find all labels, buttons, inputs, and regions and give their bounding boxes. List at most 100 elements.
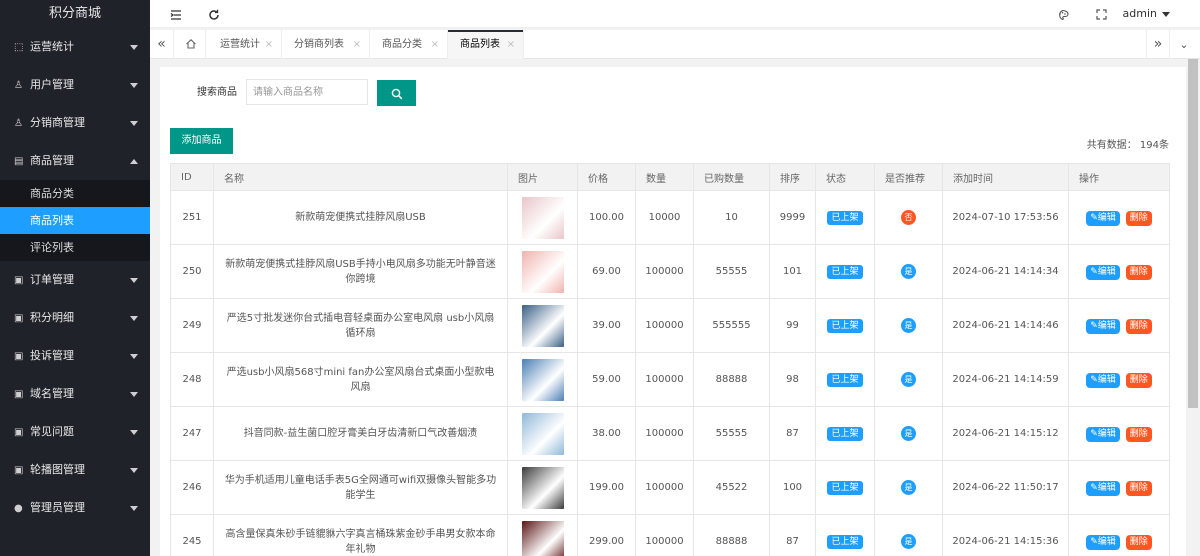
edit-button[interactable]: ✎编辑 bbox=[1086, 534, 1120, 550]
recommend-badge[interactable]: 是 bbox=[901, 534, 916, 549]
edit-button[interactable]: ✎编辑 bbox=[1086, 210, 1120, 226]
search-input[interactable] bbox=[246, 79, 368, 105]
refresh-icon[interactable] bbox=[208, 0, 220, 28]
tab[interactable]: 商品分类 × bbox=[370, 30, 448, 59]
sidebar-item-label: 轮播图管理 bbox=[30, 463, 85, 476]
product-thumbnail[interactable] bbox=[521, 520, 564, 556]
search-button[interactable] bbox=[377, 80, 416, 106]
product-thumbnail[interactable] bbox=[521, 412, 564, 455]
status-badge[interactable]: 已上架 bbox=[827, 481, 863, 495]
sidebar-item[interactable]: ▣ 积分明细 bbox=[0, 299, 150, 337]
close-icon[interactable]: × bbox=[431, 30, 439, 59]
tab[interactable]: 运营统计 × bbox=[208, 30, 282, 59]
edit-button[interactable]: ✎编辑 bbox=[1086, 480, 1120, 496]
cell-name: 新款萌宠便携式挂脖风扇USB bbox=[213, 190, 508, 245]
tab-bar: « 运营统计 × 分销商列表 × 商品分类 × 商品列表 × » ⌄ bbox=[150, 30, 1200, 59]
column-header: ID bbox=[170, 163, 214, 191]
cell-image bbox=[507, 244, 578, 299]
recommend-badge[interactable]: 是 bbox=[901, 264, 916, 279]
recommend-badge[interactable]: 是 bbox=[901, 480, 916, 495]
delete-button[interactable]: 删除 bbox=[1125, 480, 1152, 496]
cell-recommend: 是 bbox=[874, 298, 943, 353]
pencil-icon: ✎ bbox=[1090, 536, 1098, 547]
add-product-button[interactable]: 添加商品 bbox=[170, 128, 233, 154]
edit-label: 编辑 bbox=[1097, 266, 1116, 277]
edit-button[interactable]: ✎编辑 bbox=[1086, 426, 1120, 442]
sidebar-item[interactable]: ▤ 商品管理 bbox=[0, 142, 150, 180]
column-header: 价格 bbox=[577, 163, 636, 191]
status-badge[interactable]: 已上架 bbox=[827, 373, 863, 387]
cell-sold: 10 bbox=[693, 190, 770, 245]
home-icon[interactable] bbox=[176, 30, 206, 59]
sidebar-item[interactable]: ▣ 常见问题 bbox=[0, 413, 150, 451]
product-thumbnail[interactable] bbox=[521, 358, 564, 401]
sidebar-item[interactable]: ▣ 轮播图管理 bbox=[0, 451, 150, 489]
delete-button[interactable]: 删除 bbox=[1125, 318, 1152, 334]
monitor-icon: ⬚ bbox=[14, 42, 24, 53]
recommend-badge[interactable]: 是 bbox=[901, 318, 916, 333]
sidebar-item[interactable]: ● 管理员管理 bbox=[0, 489, 150, 527]
table-row: 249 严选5寸批发迷你台式插电音轻桌面办公室电风扇 usb小风扇 循环扇 39.0… bbox=[170, 298, 1170, 353]
edit-button[interactable]: ✎编辑 bbox=[1086, 264, 1120, 280]
sidebar-subitem[interactable]: 评论列表 bbox=[0, 234, 150, 261]
sidebar-item[interactable]: ♙ 分销商管理 bbox=[0, 104, 150, 142]
cell-status: 已上架 bbox=[815, 244, 875, 299]
sidebar-item[interactable]: ▣ 投诉管理 bbox=[0, 337, 150, 375]
cell-sort: 9999 bbox=[769, 190, 816, 245]
delete-button[interactable]: 删除 bbox=[1125, 426, 1152, 442]
sidebar-submenu: 商品分类 商品列表 评论列表 bbox=[0, 180, 150, 261]
product-thumbnail[interactable] bbox=[521, 304, 564, 347]
recommend-badge[interactable]: 否 bbox=[901, 210, 916, 225]
status-badge[interactable]: 已上架 bbox=[827, 535, 863, 549]
close-icon[interactable]: × bbox=[353, 30, 361, 59]
recommend-badge[interactable]: 是 bbox=[901, 372, 916, 387]
tab[interactable]: 分销商列表 × bbox=[282, 30, 370, 59]
sidebar-subitem[interactable]: 商品分类 bbox=[0, 180, 150, 207]
delete-button[interactable]: 删除 bbox=[1125, 534, 1152, 550]
sidebar-item[interactable]: ♙ 用户管理 bbox=[0, 66, 150, 104]
sidebar-item[interactable]: ⬚ 运营统计 bbox=[0, 28, 150, 66]
tabs-dropdown-icon[interactable]: ⌄ bbox=[1172, 30, 1196, 59]
table-row: 250 新款萌宠便携式挂脖风扇USB手持小电风扇多功能无叶静音迷你跨境 69.00 1… bbox=[170, 244, 1170, 299]
cell-sold: 45522 bbox=[693, 460, 770, 515]
tabs-scroll-left-icon[interactable]: « bbox=[150, 30, 174, 59]
cell-price: 39.00 bbox=[577, 298, 636, 353]
cell-recommend: 是 bbox=[874, 514, 943, 556]
tabs-scroll-right-icon[interactable]: » bbox=[1146, 30, 1170, 59]
user-menu[interactable]: admin bbox=[1123, 0, 1170, 28]
page-scrollbar-thumb[interactable] bbox=[1188, 59, 1198, 408]
tab-label: 商品列表 bbox=[460, 39, 500, 50]
cell-status: 已上架 bbox=[815, 406, 875, 461]
close-icon[interactable]: × bbox=[507, 30, 515, 59]
product-thumbnail[interactable] bbox=[521, 250, 564, 293]
theme-icon[interactable] bbox=[1056, 0, 1069, 28]
sidebar-item[interactable]: ▣ 订单管理 bbox=[0, 261, 150, 299]
table-row: 248 严选usb小风扇568寸mini fan办公室风扇台式桌面小型款电风扇 59… bbox=[170, 352, 1170, 407]
product-thumbnail[interactable] bbox=[521, 196, 564, 239]
product-thumbnail[interactable] bbox=[521, 466, 564, 509]
delete-button[interactable]: 删除 bbox=[1125, 264, 1152, 280]
edit-button[interactable]: ✎编辑 bbox=[1086, 372, 1120, 388]
cell-sold: 55555 bbox=[693, 406, 770, 461]
sidebar-item-label: 积分明细 bbox=[30, 311, 74, 324]
recommend-badge[interactable]: 是 bbox=[901, 426, 916, 441]
sidebar-subitem[interactable]: 商品列表 bbox=[0, 207, 150, 234]
delete-button[interactable]: 删除 bbox=[1125, 210, 1152, 226]
chevron-down-icon bbox=[130, 468, 138, 473]
delete-button[interactable]: 删除 bbox=[1125, 372, 1152, 388]
cell-image bbox=[507, 352, 578, 407]
menu-collapse-icon[interactable] bbox=[170, 0, 182, 28]
status-badge[interactable]: 已上架 bbox=[827, 265, 863, 279]
status-badge[interactable]: 已上架 bbox=[827, 211, 863, 225]
cell-qty: 10000 bbox=[635, 190, 694, 245]
status-badge[interactable]: 已上架 bbox=[827, 319, 863, 333]
status-badge[interactable]: 已上架 bbox=[827, 427, 863, 441]
cell-qty: 100000 bbox=[635, 298, 694, 353]
close-icon[interactable]: × bbox=[265, 30, 273, 59]
sidebar-item[interactable]: ▣ 域名管理 bbox=[0, 375, 150, 413]
edit-button[interactable]: ✎编辑 bbox=[1086, 318, 1120, 334]
cell-actions: ✎编辑 删除 bbox=[1068, 514, 1170, 556]
fullscreen-icon[interactable] bbox=[1096, 0, 1107, 28]
tab[interactable]: 商品列表 × bbox=[448, 30, 524, 59]
cell-recommend: 是 bbox=[874, 244, 943, 299]
